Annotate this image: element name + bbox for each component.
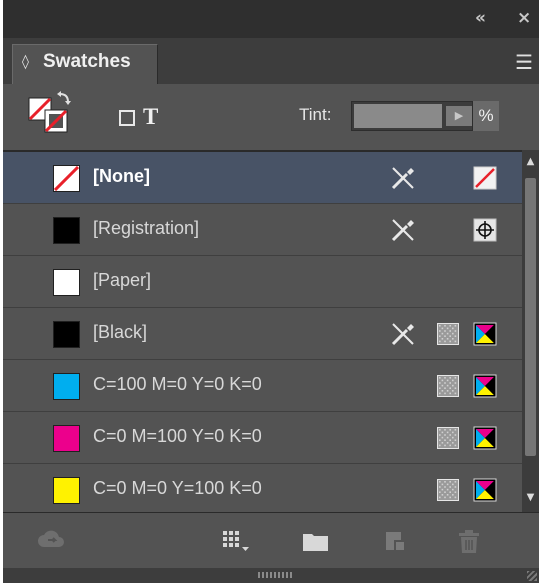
close-icon[interactable]: × xyxy=(517,8,531,28)
formatting-container-button[interactable] xyxy=(119,110,135,126)
panel-tab-row: ◊ Swatches ☰ xyxy=(3,38,539,84)
tint-value-fill xyxy=(354,104,442,128)
delete-swatch-icon[interactable] xyxy=(457,529,481,555)
none-mode-icon xyxy=(473,166,497,190)
swatch-chip xyxy=(53,165,80,192)
panel-resize-grip[interactable] xyxy=(3,568,539,583)
cmyk-mode-icon xyxy=(473,426,497,450)
swatch-row[interactable]: [Black] xyxy=(3,308,522,360)
swatch-chip xyxy=(53,425,80,452)
tab-label: Swatches xyxy=(43,51,131,72)
swatch-name: C=0 M=0 Y=100 K=0 xyxy=(93,478,262,498)
swatch-chip xyxy=(53,321,80,348)
cloud-sync-icon[interactable] xyxy=(37,529,65,551)
grip-dots[interactable] xyxy=(258,572,294,578)
collapse-icon[interactable]: « xyxy=(475,8,486,28)
cmyk-mode-icon xyxy=(473,374,497,398)
swatch-chip xyxy=(53,477,80,504)
non-editable-icon xyxy=(391,167,414,190)
non-editable-icon xyxy=(391,323,414,346)
swatch-row[interactable]: [Registration] xyxy=(3,204,522,256)
swatches-panel: « × ◊ Swatches ☰ T Tint: ▶ % [None] [Regi… xyxy=(3,0,539,583)
swatch-views-icon[interactable] xyxy=(221,529,251,553)
swatch-chip xyxy=(53,217,80,244)
swatch-row[interactable]: C=0 M=0 Y=100 K=0 xyxy=(3,464,522,514)
swatch-toolbar: T Tint: ▶ % xyxy=(3,84,539,150)
formatting-text-button[interactable]: T xyxy=(143,104,158,130)
swatch-list-scrollbar[interactable]: ▲ ▼ xyxy=(522,150,539,512)
swatch-list[interactable]: [None] [Registration] [Paper] [Black] C=100 … xyxy=(3,150,522,514)
cmyk-mode-icon xyxy=(473,478,497,502)
tint-field[interactable]: ▶ xyxy=(351,101,473,131)
cmyk-mode-icon xyxy=(473,322,497,346)
tab-chevron-icon: ◊ xyxy=(22,54,29,70)
panel-bottom-bar xyxy=(3,512,539,569)
swatch-row[interactable]: [None] xyxy=(3,152,522,204)
tint-percent-sign: % xyxy=(473,101,499,131)
scroll-up-icon[interactable]: ▲ xyxy=(522,156,539,170)
tint-slider-arrow-icon[interactable]: ▶ xyxy=(446,106,472,126)
swatch-name: C=100 M=0 Y=0 K=0 xyxy=(93,374,262,394)
resize-corner-icon[interactable] xyxy=(527,571,537,581)
swatch-name: [Black] xyxy=(93,322,148,342)
registration-mode-icon xyxy=(473,218,497,242)
swatch-row[interactable]: C=100 M=0 Y=0 K=0 xyxy=(3,360,522,412)
swatch-chip xyxy=(53,269,80,296)
scroll-thumb[interactable] xyxy=(525,178,536,456)
swatch-name: [Registration] xyxy=(93,218,200,238)
scroll-down-icon[interactable]: ▼ xyxy=(522,492,539,506)
process-color-icon xyxy=(437,323,459,345)
process-color-icon xyxy=(437,479,459,501)
swatch-chip xyxy=(53,373,80,400)
process-color-icon xyxy=(437,427,459,449)
non-editable-icon xyxy=(391,219,414,242)
swatch-name: [None] xyxy=(93,166,150,186)
new-color-group-icon[interactable] xyxy=(301,529,331,553)
tab-swatches[interactable]: ◊ Swatches xyxy=(12,44,158,84)
swatch-row[interactable]: C=0 M=100 Y=0 K=0 xyxy=(3,412,522,464)
process-color-icon xyxy=(437,375,459,397)
swatch-name: [Paper] xyxy=(93,270,152,290)
fill-stroke-toggle-icon[interactable] xyxy=(27,90,75,136)
swatch-row[interactable]: [Paper] xyxy=(3,256,522,308)
new-swatch-icon[interactable] xyxy=(383,529,407,553)
panel-title-bar[interactable]: « × xyxy=(3,0,539,38)
panel-menu-icon[interactable]: ☰ xyxy=(515,50,533,74)
swatch-name: C=0 M=100 Y=0 K=0 xyxy=(93,426,262,446)
tint-label: Tint: xyxy=(299,105,332,124)
